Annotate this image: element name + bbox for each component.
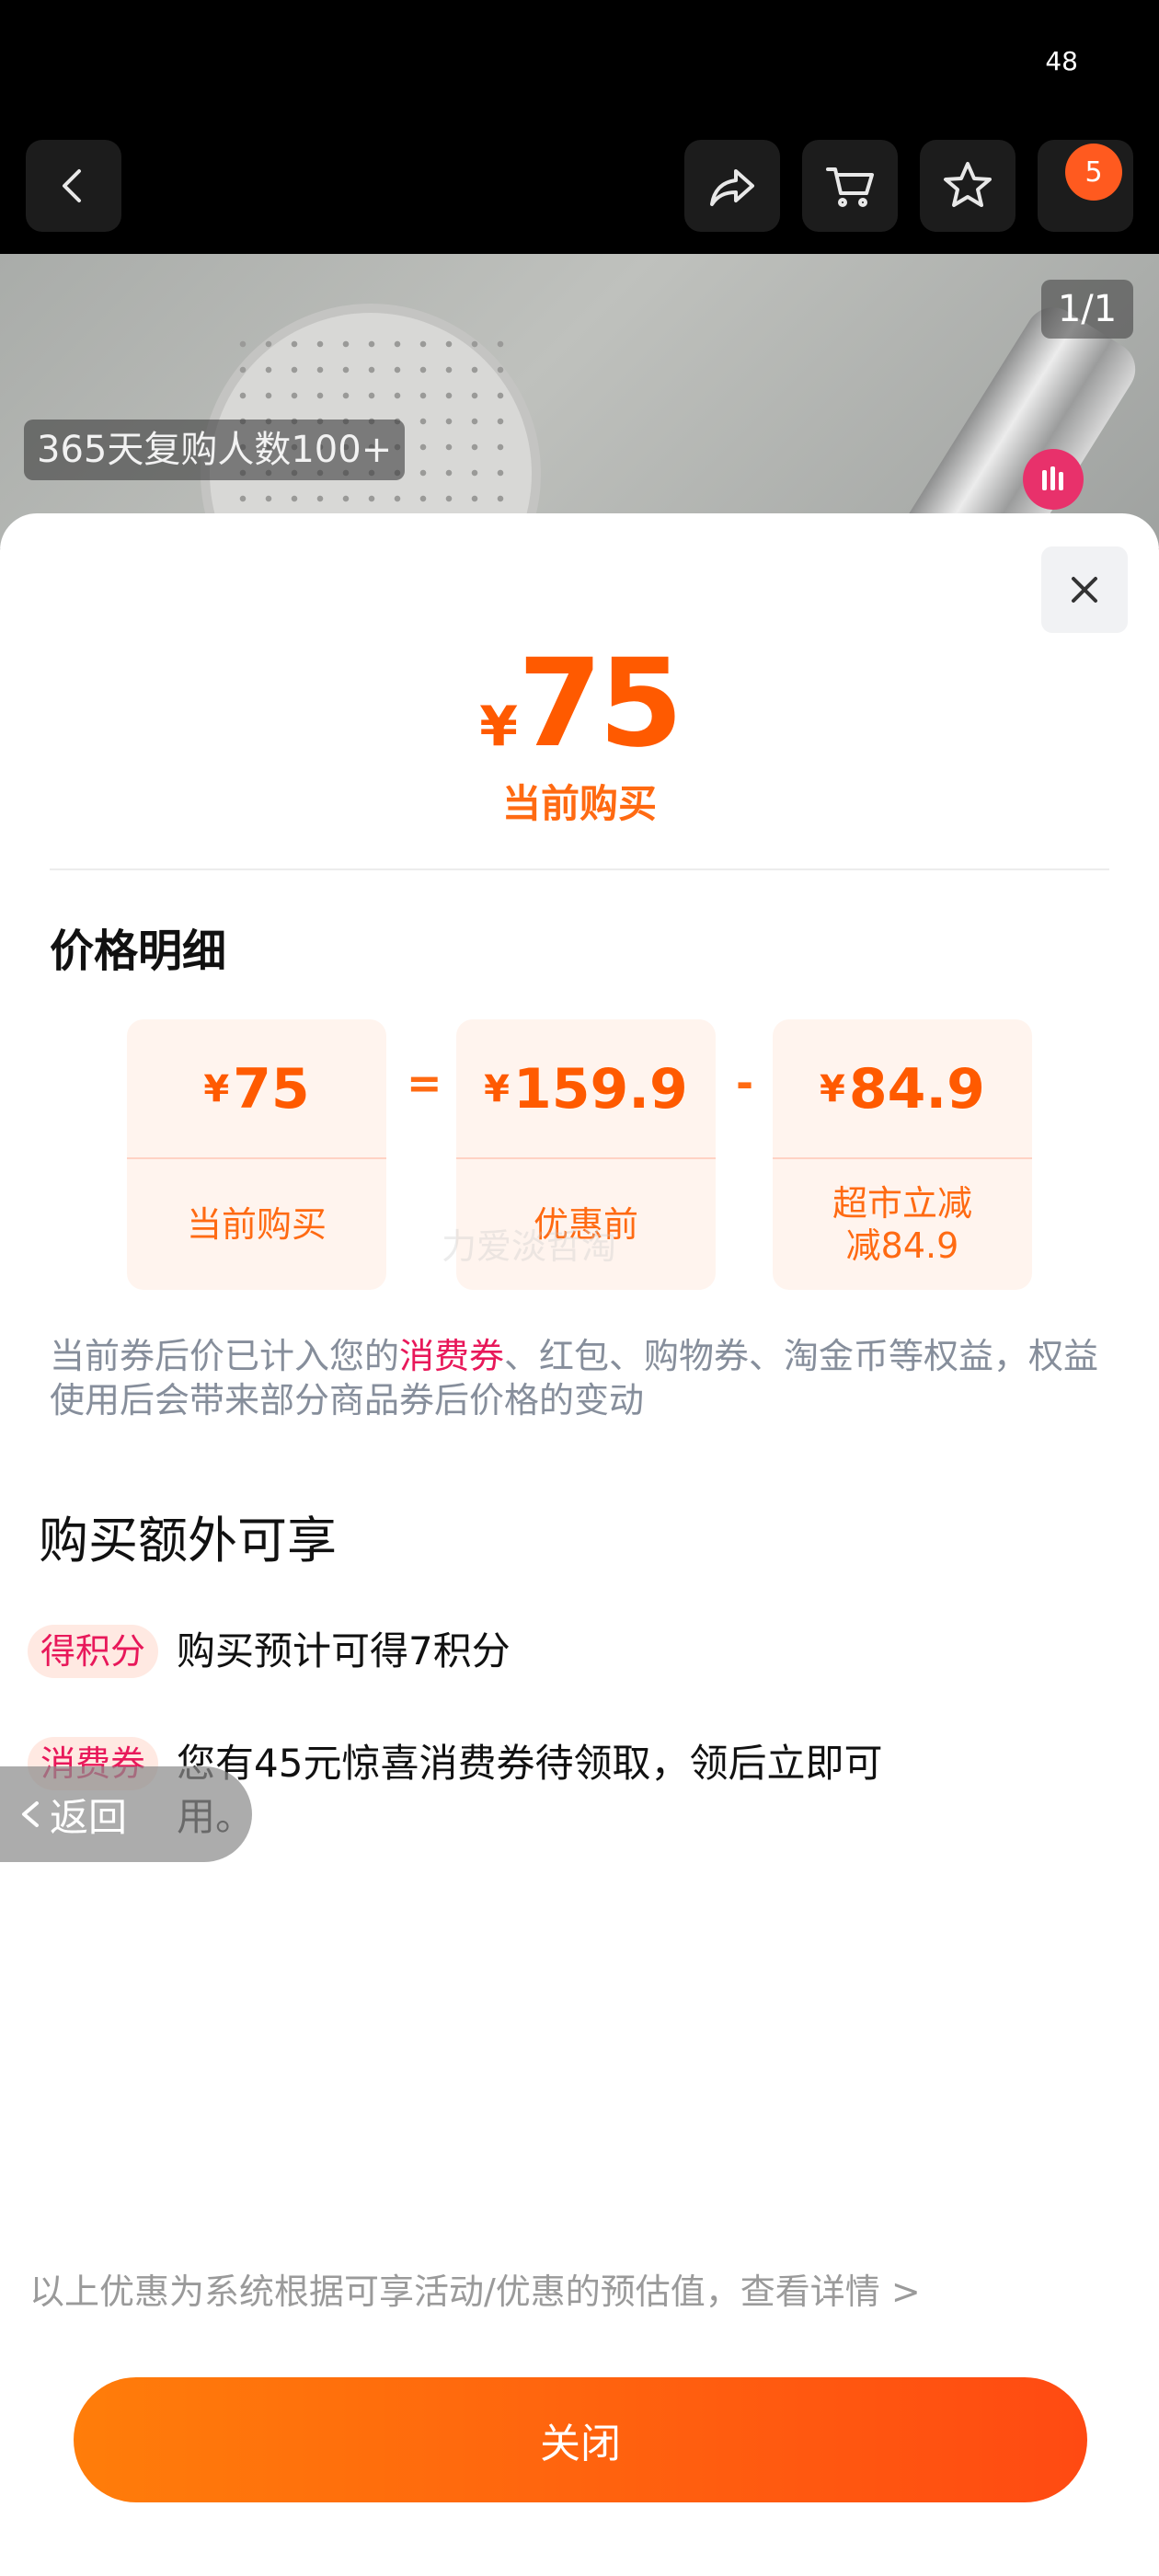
- favorite-button[interactable]: [920, 140, 1016, 232]
- close-icon: [1072, 577, 1097, 603]
- note-highlight: 消费券: [399, 1336, 505, 1376]
- current-price: ¥75: [0, 633, 1159, 775]
- share-icon: [710, 169, 754, 206]
- share-button[interactable]: [684, 140, 780, 232]
- chevron-left-icon: [22, 1801, 39, 1827]
- top-nav-bar: 5: [0, 129, 1159, 258]
- floating-back-button[interactable]: 返回: [0, 1766, 252, 1862]
- extra-benefits-title: 购买额外可享: [39, 1512, 337, 1570]
- card-currency: ¥: [820, 1068, 845, 1110]
- close-sheet-button[interactable]: [1041, 546, 1128, 633]
- chevron-left-icon: [63, 169, 81, 202]
- card-value: 75: [233, 1057, 310, 1121]
- card-currency: ¥: [484, 1068, 511, 1110]
- price-currency: ¥: [479, 695, 519, 759]
- repurchase-badge: 365天复购人数100+: [24, 420, 406, 480]
- benefit-tag: 得积分: [28, 1625, 159, 1678]
- benefit-text: 您有45元惊喜消费券待领取，领后立即可用。: [177, 1741, 883, 1839]
- card-label: 当前购买: [186, 1204, 327, 1245]
- benefit-item-points: 得积分 购买预计可得7积分: [28, 1625, 511, 1678]
- minus-operator: -: [736, 1058, 754, 1108]
- cart-icon: [826, 167, 874, 207]
- status-time: 48: [1045, 46, 1078, 76]
- divider: [50, 868, 1109, 870]
- close-button[interactable]: 关闭: [74, 2377, 1087, 2502]
- price-note: 当前券后价已计入您的消费券、红包、购物券、淘金币等权益，权益使用后会带来部分商品…: [50, 1334, 1107, 1422]
- card-value: 84.9: [848, 1057, 985, 1121]
- back-button[interactable]: [26, 140, 121, 232]
- breakdown-card-current: ¥75 当前购买: [127, 1019, 386, 1290]
- watermark: 力爱淡哲淘: [442, 1226, 617, 1267]
- star-icon: [944, 162, 992, 207]
- message-badge: 5: [1065, 144, 1122, 201]
- note-text: 当前券后价已计入您的: [50, 1336, 400, 1376]
- benefit-text: 购买预计可得7积分: [177, 1628, 511, 1673]
- card-value: 159.9: [513, 1057, 688, 1121]
- back-label: 返回: [50, 1794, 128, 1840]
- cart-button[interactable]: [802, 140, 898, 232]
- breakdown-card-discount: ¥84.9 超市立减 减84.9: [773, 1019, 1032, 1290]
- card-currency: ¥: [203, 1068, 230, 1110]
- price-value: 75: [518, 633, 683, 775]
- price-caption: 当前购买: [501, 781, 657, 826]
- live-icon[interactable]: [1023, 449, 1084, 510]
- disclaimer-link[interactable]: 以上优惠为系统根据可享活动/优惠的预估值，查看详情 >: [29, 2263, 921, 2314]
- image-page-indicator: 1/1: [1041, 280, 1133, 339]
- card-label: 超市立减 减84.9: [832, 1183, 972, 1266]
- price-detail-title: 价格明细: [50, 926, 227, 977]
- status-bar: 48: [0, 0, 1159, 129]
- equals-operator: =: [407, 1058, 442, 1108]
